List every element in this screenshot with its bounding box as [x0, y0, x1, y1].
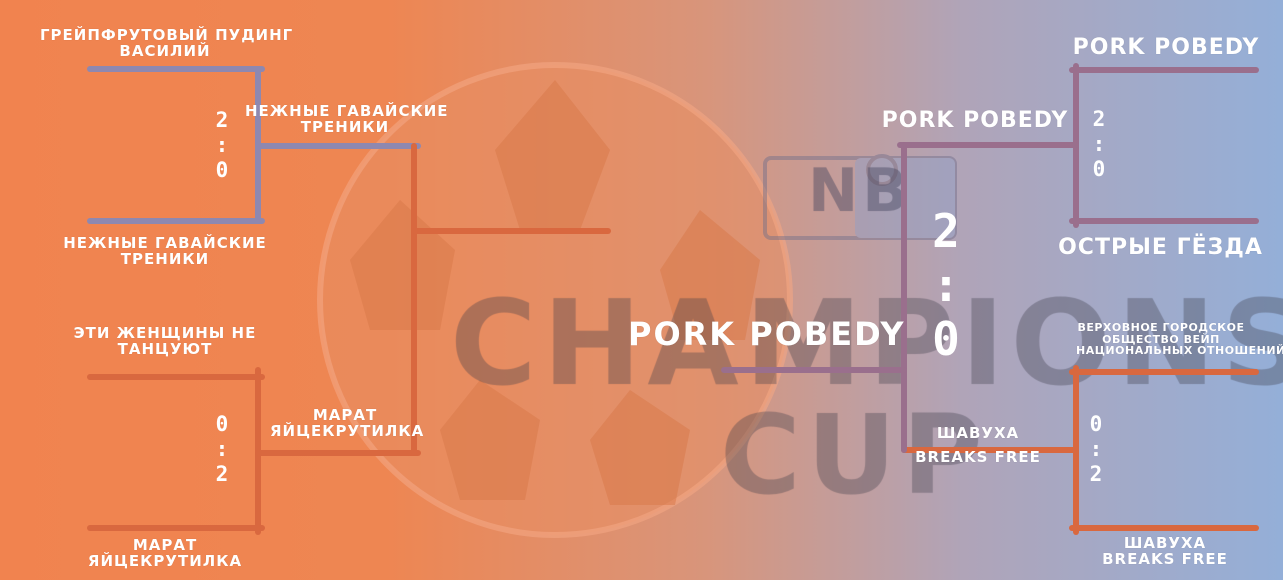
final-champion: PORK POBEDY: [628, 315, 906, 353]
team-name-line: НАЦИОНАЛЬНЫХ ОТНОШЕНИЙ: [1076, 344, 1283, 358]
score-away: 0: [1092, 157, 1106, 181]
team-name-line: BREAKS FREE: [915, 447, 1041, 466]
right-qf1-lines: [897, 63, 1259, 228]
right-qf2-team-a: ВЕРХОВНОЕ ГОРОДСКОЕ ОБЩЕСТВО ВЕЙП НАЦИОН…: [1076, 321, 1283, 358]
score-away: 0: [932, 312, 960, 366]
right-qf1-score: 2 : 0: [1089, 107, 1109, 182]
score-home: 0: [215, 412, 229, 436]
score-home: 2: [215, 108, 229, 132]
left-qf2-score: 0 : 2: [212, 412, 232, 487]
team-name-line: ЯЙЦЕКРУТИЛКА: [270, 421, 425, 440]
left-qf2-lines: [87, 367, 421, 535]
score-separator: :: [215, 133, 229, 157]
score-separator: :: [1089, 437, 1103, 461]
team-name-line: ОСТРЫЕ ГЁЗДА: [1058, 235, 1263, 260]
right-sf-team-2: ШАВУХА BREAKS FREE: [898, 424, 1058, 466]
team-name-line: PORK POBEDY: [881, 108, 1069, 133]
left-qf1-team-b: НЕЖНЫЕ ГАВАЙСКИЕ ТРЕНИКИ: [50, 235, 280, 268]
right-qf2-score: 0 : 2: [1086, 412, 1106, 487]
left-qf1-lines: [87, 66, 421, 224]
score-away: 2: [215, 462, 229, 486]
team-name-line: ТАНЦУЮТ: [117, 339, 213, 358]
team-name-line: ВАСИЛИЙ: [119, 41, 211, 60]
right-qf1-team-b: ОСТРЫЕ ГЁЗДА: [1058, 236, 1263, 259]
right-qf2-team-b: ШАВУХА BREAKS FREE: [1090, 535, 1240, 568]
team-name-line: PORK POBEDY: [1072, 35, 1260, 60]
team-name-line: ТРЕНИКИ: [300, 117, 390, 136]
left-qf1-team-a: ГРЕЙПФРУТОВЫЙ ПУДИНГ ВАСИЛИЙ: [40, 27, 292, 60]
score-separator: :: [215, 437, 229, 461]
left-sf-team-2: МАРАТ ЯЙЦЕКРУТИЛКА: [270, 407, 425, 440]
right-sf-lines: [721, 142, 907, 453]
left-sf-team-1: НЕЖНЫЕ ГАВАЙСКИЕ ТРЕНИКИ: [245, 103, 448, 136]
score-separator: :: [1092, 132, 1106, 156]
score-home: 2: [932, 204, 960, 258]
left-sf-lines: [411, 143, 611, 456]
tournament-bracket: NB CHAMPIONS CUP ГРЕЙПФРУТОВЫЙ ПУДИНГ ВА…: [0, 0, 1283, 580]
right-sf-team-1: PORK POBEDY: [880, 109, 1070, 132]
left-qf2-team-b: МАРАТ ЯЙЦЕКРУТИЛКА: [70, 537, 260, 570]
left-qf2-team-a: ЭТИ ЖЕНЩИНЫ НЕ ТАНЦУЮТ: [60, 325, 270, 358]
score-separator: :: [932, 258, 960, 312]
team-name-line: ВЕРХОВНОЕ ГОРОДСКОЕ: [1077, 321, 1245, 334]
score-home: 0: [1089, 412, 1103, 436]
team-name-line: ЯЙЦЕКРУТИЛКА: [87, 551, 243, 570]
right-qf1-team-a: PORK POBEDY: [1066, 36, 1266, 59]
left-qf1-score: 2 : 0: [212, 108, 232, 183]
team-name-line: BREAKS FREE: [1102, 549, 1228, 568]
score-away: 0: [215, 158, 229, 182]
team-name-line: ТРЕНИКИ: [120, 249, 210, 268]
score-home: 2: [1092, 107, 1106, 131]
bracket-lines: [87, 63, 1259, 535]
score-away: 2: [1089, 462, 1103, 486]
team-name-line: ШАВУХА: [936, 424, 1020, 442]
final-score: 2 : 0: [926, 204, 966, 366]
